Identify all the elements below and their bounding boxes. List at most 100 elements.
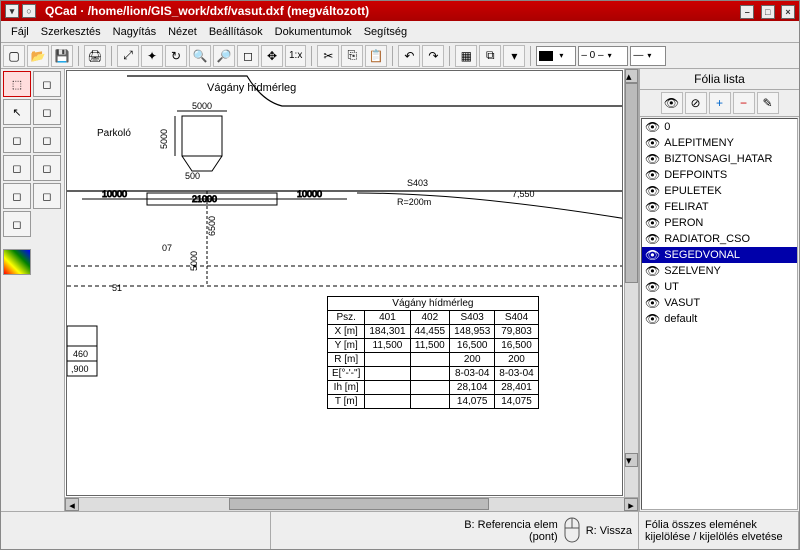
eye-icon: 👁 [645,264,660,278]
layer-name: VASUT [664,297,700,309]
eye-icon: 👁 [645,152,660,166]
zoom-pan-icon[interactable]: ✥ [261,45,283,67]
layer-item[interactable]: 👁 ALEPITMENY [642,135,797,151]
layer-item[interactable]: 👁VASUT [642,295,797,311]
layer-showall-icon[interactable]: 👁 [661,92,683,114]
layer-item[interactable]: 👁 default [642,311,797,327]
svg-text:21000: 21000 [192,194,217,204]
layer-item[interactable]: 👁RADIATOR_CSO [642,231,797,247]
color-combo[interactable]: ▾ [536,46,576,66]
layer-item[interactable]: 👁SEGEDVONAL [642,247,797,263]
window-title: QCad · /home/lion/GIS_work/dxf/vasut.dxf… [45,4,737,18]
cut-icon[interactable]: ✂ [317,45,339,67]
grid-icon[interactable]: ▦ [455,45,477,67]
tool-5a-icon[interactable]: ◻ [3,183,31,209]
paste-icon[interactable]: 📋 [365,45,387,67]
layer-name: SZELVENY [664,265,721,277]
close-icon[interactable]: × [781,5,795,19]
horizontal-scrollbar[interactable]: ◂ ▸ [65,497,638,511]
menu-edit[interactable]: Szerkesztés [35,24,107,40]
tool-3b-icon[interactable]: ◻ [33,127,61,153]
layer-item[interactable]: 👁EPULETEK [642,183,797,199]
status-right-r: R: Vissza [586,525,632,537]
drawing-canvas[interactable]: Vágány hídmérleg Parkoló 5000 5000 500 [66,70,623,496]
window-pin-icon[interactable]: ○ [22,4,36,18]
menu-view[interactable]: Nézet [162,24,203,40]
eye-icon: 👁 [645,168,660,182]
layer-name: 0 [664,121,670,133]
tool-color-icon[interactable] [3,249,31,275]
layer-item[interactable]: 👁 DEFPOINTS [642,167,797,183]
maximize-icon[interactable]: □ [761,5,775,19]
eye-icon: 👁 [645,280,660,294]
layer-name: PERON [664,217,703,229]
layer-list[interactable]: 👁0👁ALEPITMENY👁BIZTONSAGI_HATAR👁DEFPOINTS… [641,118,798,510]
tool-6a-icon[interactable]: ◻ [3,211,31,237]
tool-pointer-icon[interactable]: ↖ [3,99,31,125]
save-icon[interactable]: 💾 [51,45,73,67]
layer-item[interactable]: 👁0 [642,119,797,135]
svg-text:460: 460 [73,349,88,359]
layer-item[interactable]: 👁 UT [642,279,797,295]
copy-icon[interactable]: ⎘ [341,45,363,67]
open-icon[interactable]: 📂 [27,45,49,67]
menu-settings[interactable]: Beállítások [203,24,269,40]
tool-select-icon[interactable]: ⬚ [3,71,31,97]
layers-icon[interactable]: ⧉ [479,45,501,67]
layer-item[interactable]: 👁 PERON [642,215,797,231]
tool-2b-icon[interactable]: ◻ [33,99,61,125]
menu-file[interactable]: Fájl [5,24,35,40]
svg-text:5000: 5000 [192,101,212,111]
redo-icon[interactable]: ↷ [422,45,444,67]
window-menu-icon[interactable]: ▾ [5,4,19,18]
layer-name: DEFPOINTS [664,169,727,181]
svg-text:7,550: 7,550 [512,189,535,199]
svg-text:500: 500 [185,171,200,181]
menu-help[interactable]: Segítség [358,24,413,40]
eye-icon: 👁 [645,200,660,214]
tool-1b-icon[interactable]: ◻ [33,71,61,97]
data-table: Vágány hídmérleg Psz.401402S403S404 X [m… [327,296,539,409]
eye-icon: 👁 [645,312,660,326]
menu-zoom[interactable]: Nagyítás [107,24,162,40]
new-icon[interactable]: ▢ [3,45,25,67]
zoom-out-icon[interactable]: 🔎 [213,45,235,67]
layer-name: default [664,313,697,325]
zoom-ratio-button[interactable]: 1:x [285,45,306,67]
tool-b-icon[interactable]: ✦ [141,45,163,67]
dropdown-icon[interactable]: ▾ [503,45,525,67]
label-parkolo: Parkoló [97,128,131,139]
print-icon[interactable]: 🖨 [84,45,106,67]
tool-4a-icon[interactable]: ◻ [3,155,31,181]
main-toolbar: ▢ 📂 💾 🖨 ⤢ ✦ ↻ 🔍 🔎 ◻ ✥ 1:x ✂ ⎘ 📋 ↶ ↷ ▦ ⧉ … [1,43,799,69]
svg-text:5000: 5000 [159,129,169,149]
layer-hideall-icon[interactable]: ⊘ [685,92,707,114]
mouse-icon [562,516,582,546]
layer-item[interactable]: 👁BIZTONSAGI_HATAR [642,151,797,167]
vertical-scrollbar[interactable]: ▴ ▾ [624,69,638,497]
layer-name: UT [664,281,679,293]
eye-icon: 👁 [645,216,660,230]
layer-name: ALEPITMENY [664,137,734,149]
svg-text:6500: 6500 [207,216,217,236]
linewidth-combo[interactable]: – 0 –▾ [578,46,628,66]
eye-icon: 👁 [645,136,660,150]
zoom-window-icon[interactable]: ◻ [237,45,259,67]
undo-icon[interactable]: ↶ [398,45,420,67]
tool-3a-icon[interactable]: ◻ [3,127,31,153]
layer-item[interactable]: 👁 SZELVENY [642,263,797,279]
layer-remove-icon[interactable]: − [733,92,755,114]
linetype-combo[interactable]: —▾ [630,46,666,66]
layer-add-icon[interactable]: + [709,92,731,114]
status-left-pont: (pont) [464,531,558,543]
menu-documents[interactable]: Dokumentumok [269,24,358,40]
tool-a-icon[interactable]: ⤢ [117,45,139,67]
titlebar: ▾ ○ QCad · /home/lion/GIS_work/dxf/vasut… [1,1,799,21]
layer-edit-icon[interactable]: ✎ [757,92,779,114]
minimize-icon[interactable]: – [740,5,754,19]
redraw-icon[interactable]: ↻ [165,45,187,67]
zoom-in-icon[interactable]: 🔍 [189,45,211,67]
tool-4b-icon[interactable]: ◻ [33,155,61,181]
tool-5b-icon[interactable]: ◻ [33,183,61,209]
layer-item[interactable]: 👁FELIRAT [642,199,797,215]
